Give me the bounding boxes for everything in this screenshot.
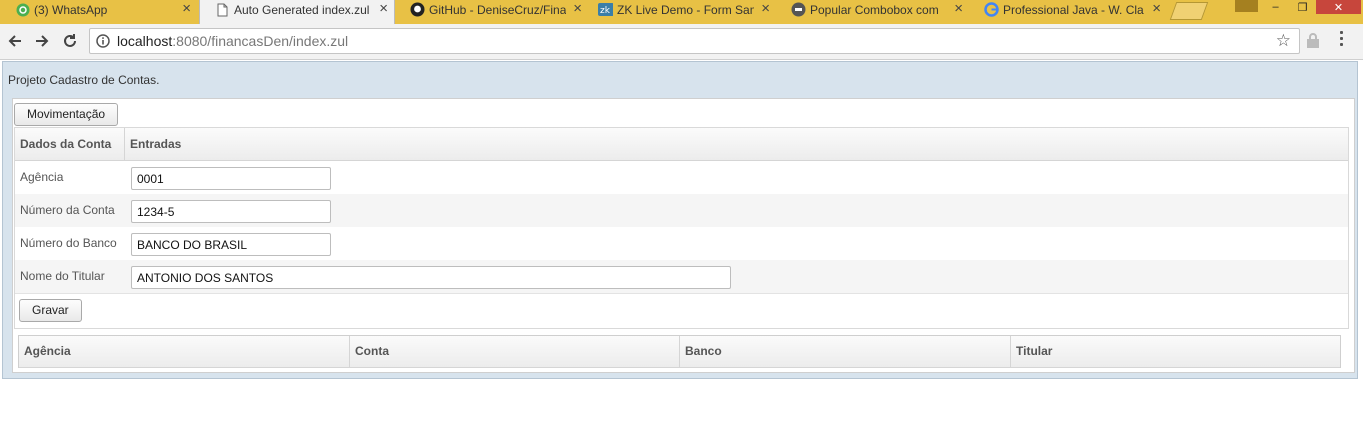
menu-icon[interactable] [1340,31,1344,49]
reload-icon[interactable] [59,30,81,52]
tab-whatsapp[interactable]: (3) WhatsApp × [0,0,197,24]
user-profile-icon[interactable] [1235,0,1258,12]
address-bar[interactable]: localhost:8080/financasDen/index.zul ☆ [89,28,1300,54]
url-text: localhost:8080/financasDen/index.zul [117,33,348,49]
tab-github[interactable]: GitHub - DeniseCruz/Fina × [395,0,588,24]
numero-conta-input[interactable] [131,200,331,223]
main-panel: Movimentação Dados da Conta Entradas Agê… [12,98,1355,373]
tab-label: ZK Live Demo - Form Sam [617,3,754,17]
whatsapp-icon [15,2,30,17]
info-icon[interactable] [96,34,110,51]
grid-header-label: Dados da Conta [15,128,125,160]
column-conta[interactable]: Conta [350,336,680,367]
tab-label: Popular Combobox com [810,3,939,17]
app-window: Projeto Cadastro de Contas. Movimentação… [2,61,1358,379]
nome-titular-input[interactable] [131,266,731,289]
grid-header: Dados da Conta Entradas [15,128,1348,161]
svg-text:zk: zk [600,6,611,16]
url-host: localhost [117,33,173,49]
column-agencia[interactable]: Agência [19,336,350,367]
numero-banco-input[interactable] [131,233,331,256]
github-icon [410,2,425,17]
google-icon [984,2,999,17]
forward-icon[interactable] [31,30,53,52]
close-icon[interactable]: × [573,1,582,17]
window-close-icon[interactable]: ✕ [1316,0,1361,14]
close-icon[interactable]: × [182,1,191,17]
close-icon[interactable]: × [379,1,388,17]
grid-row-nome-titular: Nome do Titular [15,260,1348,293]
grid-row-numero-banco: Número do Banco [15,227,1348,260]
page-content: Projeto Cadastro de Contas. Movimentação… [0,61,1363,421]
zk-icon: zk [598,2,613,17]
tab-professional-java[interactable]: Professional Java - W. Cla × [969,0,1167,24]
popular-icon [791,2,806,17]
back-icon[interactable] [4,30,26,52]
agencia-label: Agência [20,170,64,184]
url-path: :8080/financasDen/index.zul [172,33,349,49]
grid-footer: Gravar [15,293,1348,328]
tab-label: Professional Java - W. Cla [1003,3,1144,17]
close-icon[interactable]: × [954,1,963,17]
column-banco[interactable]: Banco [680,336,1011,367]
numero-conta-label: Número da Conta [20,203,115,217]
gravar-button[interactable]: Gravar [19,299,82,322]
column-titular[interactable]: Titular [1011,336,1340,367]
movimentacao-button[interactable]: Movimentação [14,103,119,126]
restore-icon[interactable]: ❐ [1289,0,1316,14]
close-icon[interactable]: × [1152,1,1161,17]
bookmark-star-icon[interactable]: ☆ [1276,31,1291,51]
page-icon [215,2,230,17]
tab-zk-live-demo[interactable]: zk ZK Live Demo - Form Sam × [583,0,776,24]
agencia-input[interactable] [131,167,331,190]
tab-label: GitHub - DeniseCruz/Fina [429,3,566,17]
grid-row-numero-conta: Número da Conta [15,194,1348,227]
tab-popular-combobox[interactable]: Popular Combobox com × [776,0,969,24]
minimize-icon[interactable]: ‒ [1262,0,1289,14]
nome-titular-label: Nome do Titular [20,269,105,283]
browser-toolbar: localhost:8080/financasDen/index.zul ☆ [0,24,1363,60]
window-controls: ‒ ❐ ✕ [1262,0,1361,14]
grid-row-agencia: Agência [15,161,1348,194]
tab-auto-generated[interactable]: Auto Generated index.zul × [199,0,395,24]
new-tab-button[interactable] [1169,2,1209,20]
form-grid: Dados da Conta Entradas Agência Número d… [14,127,1349,329]
tab-label: (3) WhatsApp [34,3,108,17]
numero-banco-label: Número do Banco [20,236,117,250]
page-title: Projeto Cadastro de Contas. [8,73,160,87]
close-icon[interactable]: × [761,1,770,17]
tab-label: Auto Generated index.zul [234,3,370,17]
accounts-listbox: Agência Conta Banco Titular [18,335,1341,368]
extension-icon[interactable] [1306,33,1320,52]
browser-tab-bar: (3) WhatsApp × Auto Generated index.zul … [0,0,1363,24]
grid-header-value: Entradas [130,137,182,151]
listbox-header: Agência Conta Banco Titular [19,336,1340,368]
